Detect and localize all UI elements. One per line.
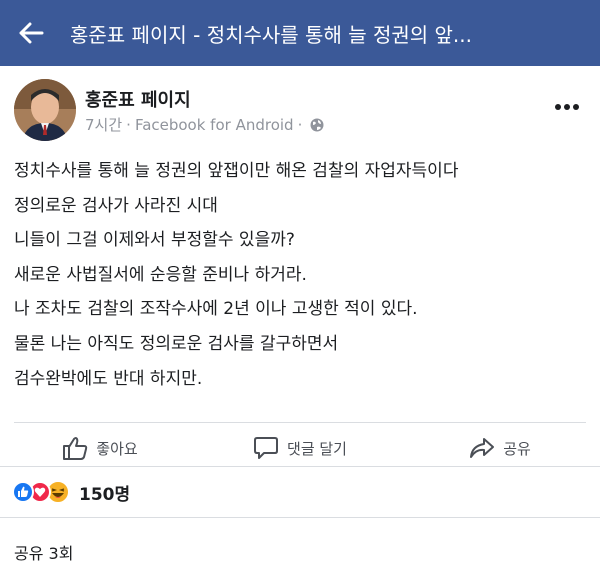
post-line: 니들이 그걸 이제와서 부정할수 있을까? [14,230,295,251]
thumbs-up-icon [63,437,88,460]
post-line: 나 조차도 검찰의 조작수사에 2년 이나 고생한 적이 있다. [14,299,418,320]
reaction-icons [12,480,70,504]
reaction-count: 150명 [79,484,131,505]
share-label: 공유 [503,439,531,458]
post-line: 정의로운 검사가 사라진 시대 [14,195,218,216]
meta-separator: · [297,115,303,134]
page-title: 홍준표 페이지 - 정치수사를 통해 늘 정권의 앞... [70,22,472,47]
like-label: 좋아요 [96,439,138,458]
share-count[interactable]: 공유 3회 [14,540,73,564]
back-arrow-icon [19,22,44,44]
top-app-bar: 홍준표 페이지 - 정치수사를 통해 늘 정권의 앞... [0,0,600,66]
post-line: 새로운 사법질서에 순응할 준비나 하거라. [14,264,307,285]
profile-photo-icon [14,79,76,141]
comment-label: 댓글 달기 [287,439,347,458]
post-line: 정치수사를 통해 늘 정권의 앞잽이만 해온 검찰의 자업자득이다 [14,161,459,181]
post-card: 홍준표 페이지 7시간 · Facebook for Android · 정치수… [0,66,600,466]
post-time[interactable]: 7시간 [85,114,122,135]
avatar[interactable] [14,79,76,141]
more-options-button[interactable] [552,95,582,119]
post-header: 홍준표 페이지 7시간 · Facebook for Android · [14,79,586,143]
share-arrow-icon [470,438,495,458]
post-body: 정치수사를 통해 늘 정권의 앞잽이만 해온 검찰의 자업자득이다 정의로운 검… [14,154,584,396]
reactions-bar[interactable]: 150명 [0,466,600,518]
post-source: Facebook for Android [134,115,294,134]
post-meta: 7시간 · Facebook for Android · [85,114,324,135]
back-button[interactable] [6,0,56,66]
post-line: 물론 나는 아직도 정의로운 검사를 갈구하면서 [14,333,339,354]
post-line: 검수완박에도 반대 하지만. [14,368,203,389]
globe-icon [310,118,324,131]
comment-icon [254,437,279,459]
more-options-icon [555,104,579,110]
meta-separator: · [126,115,131,134]
like-reaction-icon [12,481,34,503]
page-name[interactable]: 홍준표 페이지 [85,86,191,112]
